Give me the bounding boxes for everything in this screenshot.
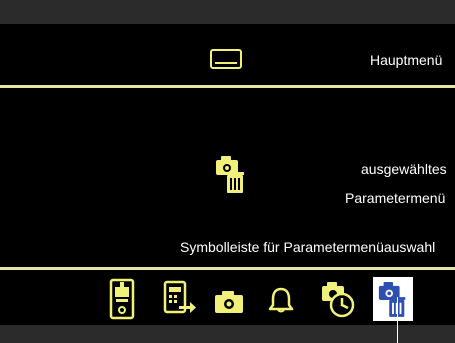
selection-pointer-line [397, 297, 398, 343]
bell-icon[interactable] [267, 286, 295, 314]
top-frame-bar [0, 0, 455, 24]
device-screen: Hauptmenü ausgewähltes Parametermenü Sym… [0, 24, 455, 325]
main-menu-label: Hauptmenü [370, 52, 443, 68]
main-menu-icon[interactable] [210, 49, 242, 69]
divider-bottom [0, 267, 455, 270]
selected-parameter-menu-icon [216, 156, 244, 193]
welding-machine-icon[interactable] [109, 278, 135, 320]
divider-top [0, 85, 455, 88]
device-transfer-icon[interactable] [163, 280, 197, 318]
camera-icon[interactable] [214, 290, 244, 314]
trash-camera-icon [378, 282, 406, 317]
selected-toolbar-tile[interactable] [373, 277, 413, 321]
toolbar-caption: Symbolleiste für Parametermenüauswahl [180, 239, 436, 255]
selected-menu-label-line2: Parametermenü [345, 190, 446, 206]
bottom-frame-bar [0, 325, 455, 343]
clock-camera-icon[interactable] [320, 280, 356, 318]
selected-menu-label-line1: ausgewähltes [361, 161, 447, 177]
